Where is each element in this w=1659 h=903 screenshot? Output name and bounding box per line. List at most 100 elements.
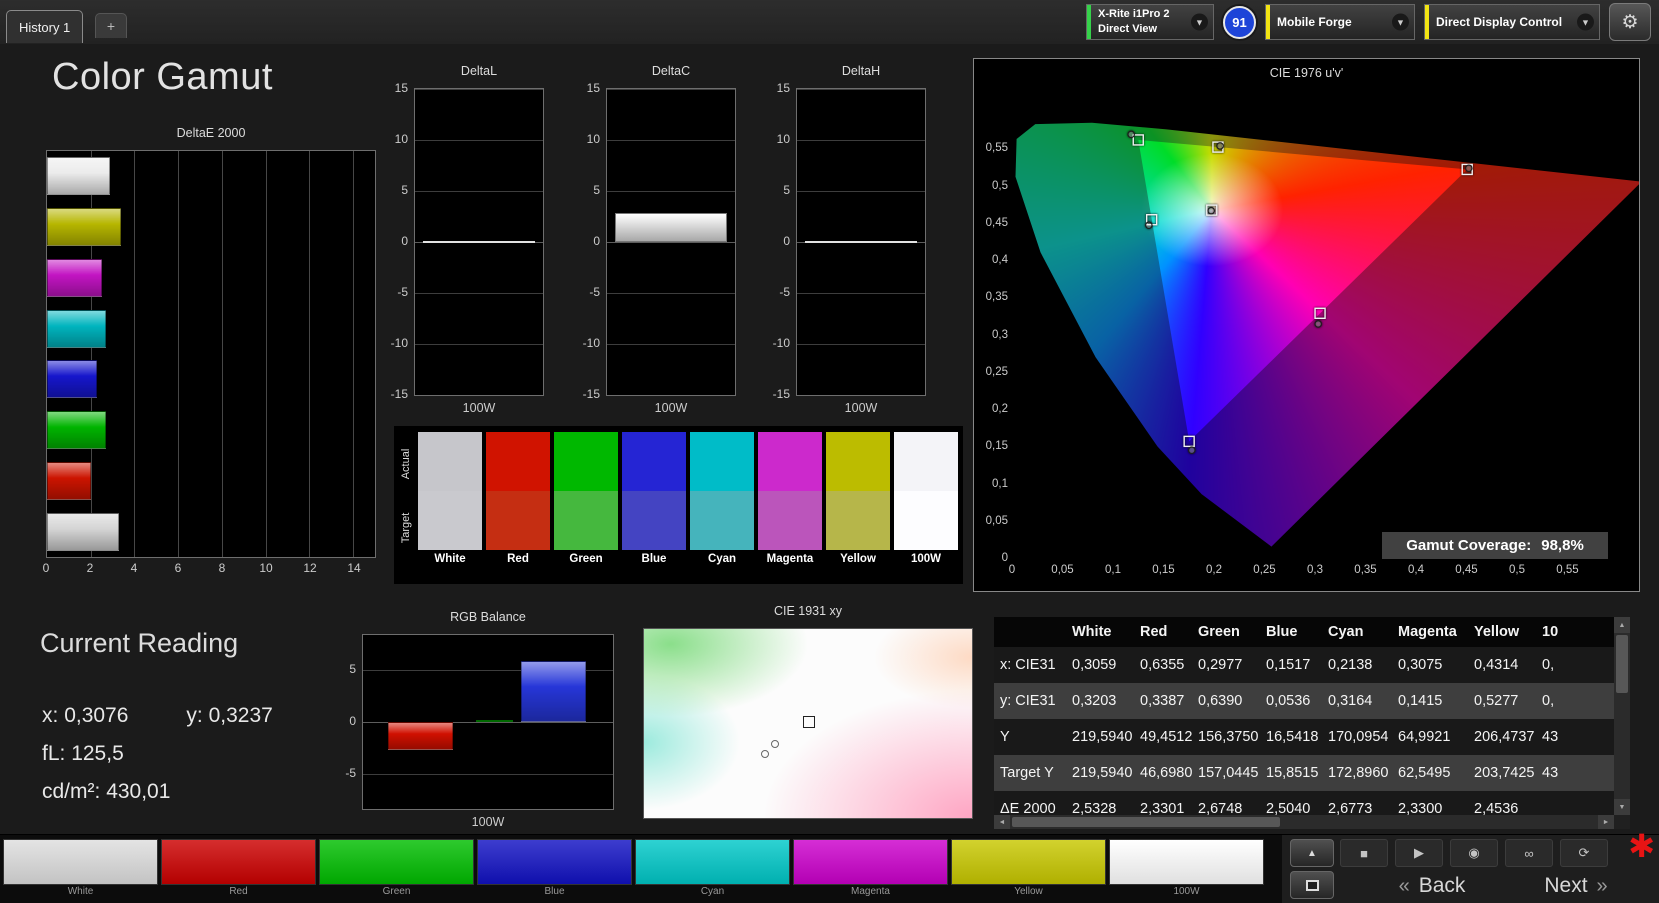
play-button[interactable]: ▶ (1395, 839, 1443, 867)
table-cell: 0,5277 (1474, 693, 1519, 709)
settings-button[interactable]: ⚙ (1609, 3, 1651, 41)
gridline (353, 151, 355, 557)
axis-tick-label: 6 (174, 561, 182, 575)
axis-tick-label: 0 (593, 234, 600, 248)
table-cell: 0,2977 (1198, 657, 1243, 673)
chevron-down-icon: ▼ (1191, 13, 1208, 31)
table-row: Target Y 219,5940 46,6980 157,0445 15,8515 17… (994, 755, 1614, 791)
table-cell: 0,1517 (1266, 657, 1311, 673)
continuous-button[interactable]: ∞ (1505, 839, 1553, 867)
axis-tick-label: 0,3 (992, 328, 1008, 341)
layout-button[interactable] (1290, 871, 1334, 899)
gamut-coverage-value: 98,8% (1541, 537, 1584, 554)
swatch-label: 100W (910, 553, 942, 565)
table-row-label: Target Y (1000, 765, 1054, 781)
tab-history-1[interactable]: History 1 (6, 10, 84, 43)
source-dropdown[interactable]: Mobile Forge ▼ (1265, 4, 1415, 40)
window-icon (1305, 879, 1319, 891)
test-swatch-color (319, 839, 474, 885)
value-bar (615, 213, 727, 242)
axis-tick-label: 0 (349, 714, 356, 728)
axis-tick-label: 5 (783, 183, 790, 197)
test-swatch-white[interactable]: White (3, 839, 158, 897)
display-status-stripe (1425, 5, 1429, 39)
axis-tick-label: 0 (1001, 552, 1008, 564)
test-pattern-swatches: White Red Green Blue Cyan Magenta Yellow 100W (3, 839, 1264, 897)
swatch-label: Blue (641, 553, 667, 565)
test-swatch-blue[interactable]: Blue (477, 839, 632, 897)
add-tab-button[interactable]: + (95, 13, 127, 38)
table-cell: 0,0536 (1266, 693, 1311, 709)
target-swatch-blue (622, 491, 686, 550)
axis-tick-label: 0,2 (1206, 564, 1222, 576)
gridline (797, 191, 925, 192)
measurement-control-panel: ▲ ■ ▶ ◉ ∞ ⟳ « Back Next » ✱ (1282, 828, 1659, 903)
test-swatch-100w[interactable]: 100W (1109, 839, 1264, 897)
gridline (607, 293, 735, 294)
table-cell: 46,6980 (1140, 765, 1192, 781)
test-swatch-yellow[interactable]: Yellow (951, 839, 1106, 897)
axis-tick-label: -10 (390, 336, 408, 350)
chart-title: RGB Balance (450, 610, 526, 624)
gamut-coverage-label: Gamut Coverage: (1406, 537, 1532, 554)
chart-title: CIE 1976 u'v' (1269, 66, 1344, 80)
scroll-left-arrow-icon[interactable]: ◄ (994, 815, 1010, 829)
vertical-scrollbar[interactable]: ▲ ▼ (1614, 617, 1630, 815)
collapse-panel-button[interactable]: ▲ (1290, 839, 1334, 867)
test-swatch-color (635, 839, 790, 885)
axis-tick-label: 10 (394, 132, 408, 146)
table-cell: 0,6355 (1140, 657, 1185, 673)
swatch-label: Cyan (707, 553, 737, 565)
swatch-column-white: White (418, 432, 482, 565)
test-swatch-red[interactable]: Red (161, 839, 316, 897)
test-swatch-green[interactable]: Green (319, 839, 474, 897)
axis-tick-label: 0,5 (1509, 564, 1525, 576)
gridline (415, 140, 543, 141)
actual-target-swatch-panel: Actual Target White Red Green Blue Cyan Magen… (394, 426, 963, 584)
gridline (797, 89, 925, 90)
test-swatch-color (951, 839, 1106, 885)
vertical-scroll-thumb[interactable] (1616, 635, 1628, 693)
target-row-label: Target (400, 512, 412, 544)
x-axis-label: 100W (462, 401, 496, 415)
gridline (797, 293, 925, 294)
test-swatch-label: Green (382, 886, 411, 897)
axis-tick-label: 0,35 (1354, 564, 1377, 576)
gridline (265, 151, 267, 557)
stop-button[interactable]: ■ (1340, 839, 1388, 867)
meter-dropdown[interactable]: X-Rite i1Pro 2 Direct View ▼ (1086, 4, 1214, 40)
test-swatch-magenta[interactable]: Magenta (793, 839, 948, 897)
test-swatch-label: Blue (544, 886, 565, 897)
play-icon: ▶ (1414, 845, 1424, 860)
horizontal-scroll-thumb[interactable] (1012, 817, 1280, 827)
table-cell: 2,5040 (1266, 801, 1311, 815)
swatch-column-yellow: Yellow (826, 432, 890, 565)
table-cell: 156,3750 (1198, 729, 1259, 745)
record-button[interactable]: ◉ (1450, 839, 1498, 867)
horizontal-scrollbar[interactable]: ◄ ► (994, 815, 1614, 829)
axis-tick-label: 15 (776, 81, 790, 95)
next-button[interactable]: Next » (1516, 871, 1636, 901)
gridline (363, 774, 613, 776)
target-swatch-red (486, 491, 550, 550)
chevron-down-icon: ▼ (1392, 13, 1409, 31)
display-control-dropdown[interactable]: Direct Display Control ▼ (1424, 4, 1600, 40)
source-dropdown-label: Mobile Forge (1277, 15, 1352, 29)
test-swatch-cyan[interactable]: Cyan (635, 839, 790, 897)
gridline (221, 151, 223, 557)
chevron-down-icon: ▼ (1577, 13, 1594, 31)
table-header-cell: Yellow (1474, 624, 1520, 640)
scroll-right-arrow-icon[interactable]: ► (1598, 815, 1614, 829)
scroll-up-arrow-icon[interactable]: ▲ (1614, 617, 1630, 633)
chevrons-left-icon: « (1398, 874, 1410, 897)
axis-tick-label: 0,1 (1105, 564, 1121, 576)
swatch-label: Red (507, 553, 529, 565)
refresh-button[interactable]: ⟳ (1560, 839, 1608, 867)
deltae-2000-chart: DeltaE 2000 0 2 4 6 8 10 12 14 (43, 126, 376, 577)
scroll-down-arrow-icon[interactable]: ▼ (1614, 799, 1630, 815)
gridline (415, 395, 543, 396)
deltac-chart: DeltaC 100W 15 10 5 0 -5 -10 -15 (583, 64, 736, 415)
back-button[interactable]: « Back (1362, 871, 1502, 901)
axis-tick-label: 0,55 (1556, 564, 1579, 576)
table-row-label: y: CIE31 (1000, 693, 1056, 709)
